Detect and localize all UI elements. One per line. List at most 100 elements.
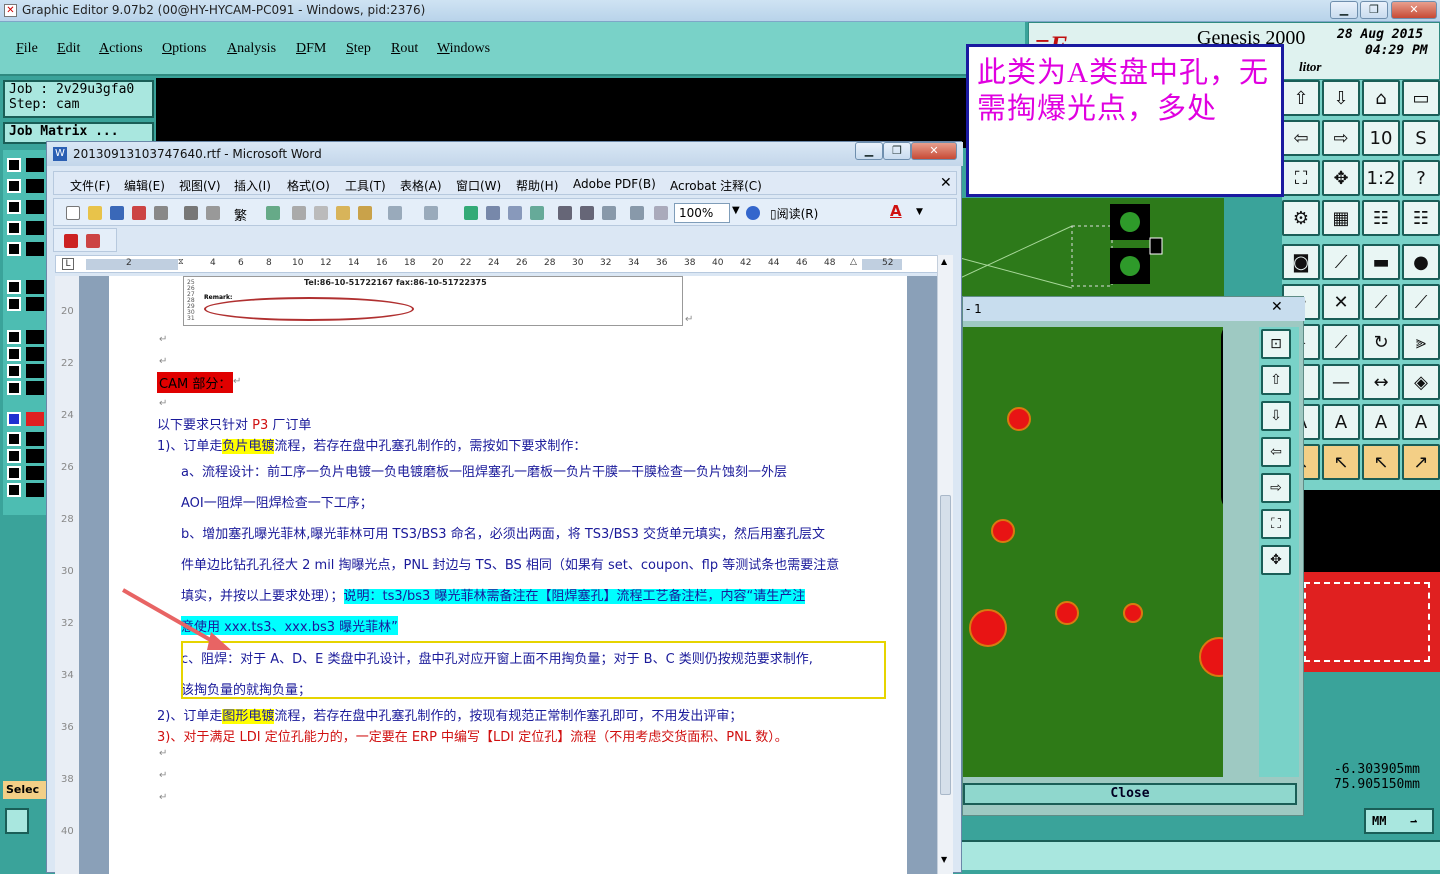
cross-icon[interactable]: ✕ bbox=[1322, 284, 1360, 320]
horizontal-line-icon[interactable]: — bbox=[1322, 364, 1360, 400]
reading-mode-button[interactable]: ▯阅读(R) bbox=[770, 205, 818, 222]
traditional-chinese-icon[interactable]: 繁 bbox=[234, 205, 247, 224]
menu-windows[interactable]: Windows bbox=[437, 41, 490, 57]
layer-toggle[interactable] bbox=[7, 381, 21, 395]
document-page[interactable]: Tel:86-10-51722167 fax:86-10-51722375 Re… bbox=[109, 276, 907, 874]
sub-tool-icon[interactable]: ✥ bbox=[1261, 545, 1291, 575]
menu-analysis[interactable]: Analysis bbox=[227, 41, 276, 57]
sub-tool-icon[interactable]: ⛶ bbox=[1261, 509, 1291, 539]
minimize-button[interactable]: ▁ bbox=[1330, 1, 1358, 19]
zoom-out-icon[interactable]: ⇩ bbox=[1322, 80, 1360, 116]
show-hide-icon[interactable] bbox=[630, 206, 644, 220]
one-to-two-icon[interactable]: 1:2 bbox=[1362, 160, 1400, 196]
layer-toggle[interactable] bbox=[7, 297, 21, 311]
shapes-icon[interactable]: ◈ bbox=[1402, 364, 1440, 400]
sub-tool-icon[interactable]: ⇨ bbox=[1261, 473, 1291, 503]
word-menu-table[interactable]: 表格(A) bbox=[400, 177, 442, 194]
indent-marker-icon[interactable]: ⧖ bbox=[178, 257, 184, 267]
a-alt-icon[interactable]: A bbox=[1402, 404, 1440, 440]
maximize-button[interactable]: ❐ bbox=[1360, 1, 1388, 19]
layer-toggle[interactable] bbox=[7, 466, 21, 480]
scroll-up-icon[interactable]: ▲ bbox=[941, 257, 947, 266]
zoom-home-icon[interactable]: ⇧ bbox=[1282, 80, 1320, 116]
layer-toggle[interactable] bbox=[7, 432, 21, 446]
convert-pdf-email-icon[interactable] bbox=[86, 234, 100, 248]
connect-icon[interactable]: ⟋ bbox=[1362, 284, 1400, 320]
layer-toggle-active[interactable] bbox=[7, 412, 21, 426]
word-menu-insert[interactable]: 插入(I) bbox=[234, 177, 271, 194]
a-red-icon[interactable]: A bbox=[1362, 404, 1400, 440]
center-icon[interactable]: ✥ bbox=[1322, 160, 1360, 196]
copy-icon[interactable] bbox=[314, 206, 328, 220]
grid-icon[interactable]: ▦ bbox=[1322, 200, 1360, 236]
zoom-dropdown-icon[interactable]: ▼ bbox=[732, 205, 740, 216]
paste-icon[interactable] bbox=[336, 206, 350, 220]
word-menu-edit[interactable]: 编辑(E) bbox=[124, 177, 165, 194]
layer-toggle[interactable] bbox=[7, 364, 21, 378]
word-menu-tools[interactable]: 工具(T) bbox=[345, 177, 386, 194]
home-icon[interactable]: ⌂ bbox=[1362, 80, 1400, 116]
paragraph-mark-icon[interactable] bbox=[654, 206, 668, 220]
fit-icon[interactable]: ⛶ bbox=[1282, 160, 1320, 196]
snap-icon[interactable]: S bbox=[1402, 120, 1440, 156]
line-icon[interactable]: ⟋ bbox=[1322, 244, 1360, 280]
layer-toggle[interactable] bbox=[7, 221, 21, 235]
insert-excel-icon[interactable] bbox=[530, 206, 544, 220]
format-painter-icon[interactable] bbox=[358, 206, 372, 220]
columns-icon[interactable] bbox=[558, 206, 572, 220]
close-button[interactable]: Close bbox=[963, 783, 1297, 805]
help-icon[interactable]: ? bbox=[1402, 160, 1440, 196]
zoom-select[interactable]: 100% bbox=[674, 203, 730, 223]
select-pointer-icon[interactable]: ↖ bbox=[1322, 444, 1360, 480]
layer-toggle[interactable] bbox=[7, 242, 21, 256]
circle-icon[interactable]: ● bbox=[1402, 244, 1440, 280]
open-icon[interactable] bbox=[88, 206, 102, 220]
redo-icon[interactable] bbox=[424, 206, 438, 220]
select-alt-icon[interactable]: ↖ bbox=[1362, 444, 1400, 480]
cut-icon[interactable] bbox=[292, 206, 306, 220]
tab-stop-icon[interactable]: L bbox=[62, 258, 74, 270]
help-circle-icon[interactable] bbox=[746, 206, 760, 220]
word-menu-adobe-pdf[interactable]: Adobe PDF(B) bbox=[573, 177, 656, 191]
layer-toggle[interactable] bbox=[7, 347, 21, 361]
font-color-icon[interactable]: A bbox=[890, 202, 902, 220]
document-map-icon[interactable] bbox=[602, 206, 616, 220]
layers-alt-icon[interactable]: ☷ bbox=[1402, 200, 1440, 236]
screen-icon[interactable]: ▭ bbox=[1402, 80, 1440, 116]
layer-toggle[interactable] bbox=[7, 449, 21, 463]
word-doc-close-icon[interactable]: ✕ bbox=[940, 175, 952, 191]
select-label[interactable]: Selec bbox=[3, 781, 47, 799]
align-icon[interactable]: ⫸ bbox=[1402, 324, 1440, 360]
sub-tool-icon[interactable]: ⇧ bbox=[1261, 365, 1291, 395]
undo-icon[interactable] bbox=[388, 206, 402, 220]
email-icon[interactable] bbox=[154, 206, 168, 220]
font-color-dropdown-icon[interactable]: ▼ bbox=[916, 207, 923, 217]
scroll-down-icon[interactable]: ▼ bbox=[941, 855, 947, 864]
select-tool-icon[interactable] bbox=[5, 808, 29, 834]
sub-tool-icon[interactable]: ⇩ bbox=[1261, 401, 1291, 431]
menu-edit[interactable]: Edit bbox=[57, 41, 80, 57]
ten-icon[interactable]: 10 bbox=[1362, 120, 1400, 156]
drawing-icon[interactable] bbox=[580, 206, 594, 220]
scroll-thumb[interactable] bbox=[940, 495, 951, 795]
right-indent-icon[interactable]: △ bbox=[850, 257, 857, 267]
menu-step[interactable]: Step bbox=[346, 41, 371, 57]
layer-toggle[interactable] bbox=[7, 179, 21, 193]
print-preview-icon[interactable] bbox=[206, 206, 220, 220]
distance-icon[interactable]: ↔ bbox=[1362, 364, 1400, 400]
menu-options[interactable]: Options bbox=[162, 41, 206, 57]
unit-selector[interactable]: MM ⇀ bbox=[1364, 808, 1434, 834]
layer-toggle[interactable] bbox=[7, 280, 21, 294]
word-menu-acrobat[interactable]: Acrobat 注释(C) bbox=[670, 177, 762, 194]
word-minimize-button[interactable]: ▁ bbox=[855, 142, 883, 160]
word-menu-format[interactable]: 格式(O) bbox=[287, 177, 330, 194]
vertical-scrollbar[interactable]: ▲ ▼ bbox=[937, 255, 953, 874]
select-path-icon[interactable]: ↗ bbox=[1402, 444, 1440, 480]
tables-borders-icon[interactable] bbox=[486, 206, 500, 220]
word-menu-window[interactable]: 窗口(W) bbox=[456, 177, 501, 194]
layer-toggle[interactable] bbox=[7, 158, 21, 172]
permission-icon[interactable] bbox=[132, 206, 146, 220]
print-icon[interactable] bbox=[184, 206, 198, 220]
new-icon[interactable] bbox=[66, 206, 80, 220]
word-menu-view[interactable]: 视图(V) bbox=[179, 177, 221, 194]
